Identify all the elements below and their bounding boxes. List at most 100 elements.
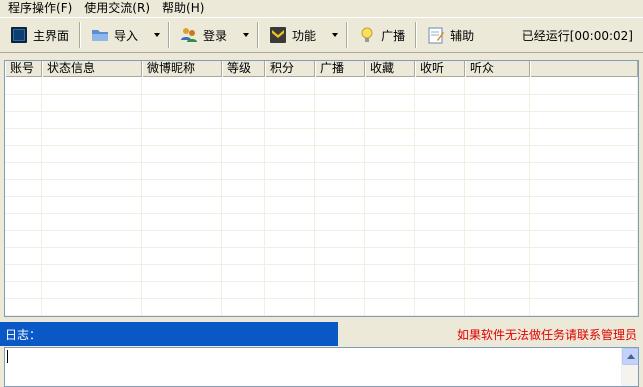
table-row[interactable] (5, 214, 638, 231)
table-row[interactable] (5, 197, 638, 214)
home-button-label: 主界面 (33, 28, 70, 43)
column-header-account[interactable]: 账号 (5, 61, 42, 77)
table-cell (42, 146, 142, 163)
table-cell (315, 265, 365, 282)
column-header-level[interactable]: 等级 (222, 61, 265, 77)
table-cell (530, 214, 638, 231)
table-cell (365, 180, 415, 197)
column-header-followers[interactable]: 听众 (465, 61, 530, 77)
function-dropdown-arrow[interactable] (330, 20, 340, 50)
table-cell (530, 197, 638, 214)
table-cell (5, 299, 42, 316)
menu-help-label: 帮助 (162, 1, 187, 15)
broadcast-button[interactable]: 广播 (354, 20, 409, 50)
table-cell (5, 180, 42, 197)
table-cell (142, 78, 222, 95)
column-header-favorites[interactable]: 收藏 (365, 61, 415, 77)
table-cell (315, 231, 365, 248)
table-cell (42, 129, 142, 146)
table-cell (222, 214, 265, 231)
table-row[interactable] (5, 112, 638, 129)
table-cell (465, 95, 530, 112)
table-cell (42, 180, 142, 197)
table-cell (530, 112, 638, 129)
column-header-status[interactable]: 状态信息 (42, 61, 142, 77)
table-cell (415, 95, 465, 112)
assist-button[interactable]: 辅助 (423, 20, 478, 50)
table-cell (222, 163, 265, 180)
table-cell (5, 78, 42, 95)
table-cell (142, 146, 222, 163)
admin-notice: 如果软件无法做任务请联系管理员 (456, 327, 637, 342)
table-cell (265, 248, 315, 265)
table-row[interactable] (5, 299, 638, 316)
notepad-icon (427, 26, 445, 44)
log-textarea[interactable] (4, 347, 639, 387)
table-cell (42, 112, 142, 129)
table-cell (265, 146, 315, 163)
table-row[interactable] (5, 129, 638, 146)
table-cell (465, 129, 530, 146)
table-row[interactable] (5, 180, 638, 197)
column-header-following[interactable]: 收听 (415, 61, 465, 77)
login-button[interactable]: 登录 (176, 20, 231, 50)
table-cell (5, 146, 42, 163)
home-button[interactable]: 主界面 (6, 20, 73, 50)
table-cell (315, 146, 365, 163)
table-cell (415, 146, 465, 163)
table-cell (315, 95, 365, 112)
menu-help-accel: (H) (186, 1, 205, 15)
assist-button-label: 辅助 (450, 28, 475, 43)
table-row[interactable] (5, 282, 638, 299)
table-cell (365, 214, 415, 231)
table-cell (5, 129, 42, 146)
table-cell (365, 282, 415, 299)
table-cell (142, 129, 222, 146)
table-cell (142, 163, 222, 180)
table-cell (315, 299, 365, 316)
account-grid[interactable]: 账号 状态信息 微博昵称 等级 积分 广播 收藏 收听 听众 (4, 60, 639, 317)
table-row[interactable] (5, 78, 638, 95)
table-cell (142, 197, 222, 214)
table-cell (315, 214, 365, 231)
table-row[interactable] (5, 248, 638, 265)
table-cell (42, 197, 142, 214)
import-dropdown-arrow[interactable] (152, 20, 162, 50)
table-cell (415, 231, 465, 248)
table-row[interactable] (5, 146, 638, 163)
table-row[interactable] (5, 231, 638, 248)
table-row[interactable] (5, 163, 638, 180)
table-cell (142, 248, 222, 265)
toolbar-separator (257, 22, 260, 48)
table-row[interactable] (5, 95, 638, 112)
column-header-broadcast[interactable]: 广播 (315, 61, 365, 77)
scroll-up-arrow-icon[interactable] (622, 348, 638, 365)
menu-program-ops[interactable]: 程序操作(F) (2, 1, 78, 16)
table-cell (5, 197, 42, 214)
column-header-nickname[interactable]: 微博昵称 (142, 61, 222, 77)
log-scrollbar[interactable] (621, 348, 638, 386)
table-cell (415, 282, 465, 299)
table-cell (465, 163, 530, 180)
runtime-label: 已经运行 (521, 28, 570, 43)
import-button[interactable]: 导入 (87, 20, 142, 50)
table-row[interactable] (5, 265, 638, 282)
table-cell (415, 248, 465, 265)
table-cell (5, 265, 42, 282)
table-cell (465, 112, 530, 129)
table-cell (265, 231, 315, 248)
login-dropdown-arrow[interactable] (241, 20, 251, 50)
table-cell (530, 299, 638, 316)
table-cell (465, 299, 530, 316)
menu-community-accel: (R) (132, 1, 150, 15)
column-header-points[interactable]: 积分 (265, 61, 315, 77)
table-cell (222, 248, 265, 265)
grid-header: 账号 状态信息 微博昵称 等级 积分 广播 收藏 收听 听众 (5, 61, 638, 77)
table-cell (315, 282, 365, 299)
table-cell (222, 112, 265, 129)
table-cell (365, 95, 415, 112)
menu-help[interactable]: 帮助(H) (156, 1, 210, 16)
table-cell (42, 265, 142, 282)
function-button[interactable]: 功能 (265, 20, 320, 50)
menu-community[interactable]: 使用交流(R) (78, 1, 156, 16)
